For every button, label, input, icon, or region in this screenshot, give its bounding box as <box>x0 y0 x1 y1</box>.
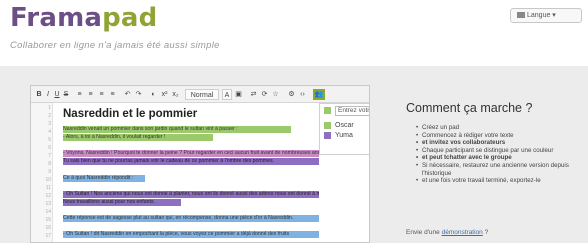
user-row-oscar: Oscar <box>324 121 354 130</box>
text-segment-oscar: Ce à quoi Nasreddin répondit : <box>63 175 145 182</box>
strikethrough-button[interactable]: S <box>62 89 70 100</box>
ordered-list-icon[interactable]: ≡ <box>75 89 84 100</box>
bold-button[interactable]: B <box>35 89 43 100</box>
language-label: Langue <box>527 12 551 19</box>
image-icon[interactable]: ▣ <box>234 89 243 100</box>
settings-icon[interactable]: ⚙ <box>287 89 296 100</box>
line-number: 2 <box>48 113 51 119</box>
user-name: Yuma <box>335 132 353 139</box>
demo-prompt-end: ? <box>482 229 489 236</box>
tagline: Collaborer en ligne n'a jamais été aussi… <box>10 40 220 51</box>
font-size-button[interactable]: A <box>222 89 232 100</box>
text-segment-oscar: - Oh Sultan ! dit Nasreddin en empochant… <box>63 231 319 238</box>
text-segment-yuma: Tu sais bien que tu ne pourras jamais vo… <box>63 158 319 165</box>
line-number: 15 <box>45 217 51 223</box>
history-icon[interactable]: ⟳ <box>260 89 269 100</box>
document-body[interactable]: Nasreddin et le pommier Nasreddin venait… <box>57 103 319 242</box>
line-number: 6 <box>48 145 51 151</box>
line-number: 11 <box>45 185 51 191</box>
line-number: 3 <box>48 121 51 127</box>
demo-link[interactable]: démonstration <box>442 229 483 236</box>
document-title: Nasreddin et le pommier <box>63 108 198 120</box>
line-number: 12 <box>45 193 51 199</box>
step-item: Créez un pad <box>416 124 586 132</box>
demo-prompt-text: Envie d'une <box>406 229 440 236</box>
step-item: Commencez à rédiger votre texte <box>416 132 586 140</box>
text-segment-oscar: - Alors, à toi à Nasreddin, il voulait r… <box>63 134 213 141</box>
name-input[interactable]: Entrez votre nom <box>335 106 369 116</box>
step-item: Si nécessaire, restaurez une ancienne ve… <box>416 162 586 177</box>
logo-part-pad: pad <box>102 3 158 33</box>
line-number: 17 <box>45 233 51 239</box>
italic-button[interactable]: I <box>44 89 52 100</box>
editor-toolbar: B I U S ≡ ≡ ≡ ≡ ↶ ↷ ◐ x² x₂ Normal A ▣ ⇄… <box>31 86 369 103</box>
embed-icon[interactable]: ‹› <box>298 89 307 100</box>
underline-button[interactable]: U <box>53 89 61 100</box>
line-number: 14 <box>45 209 51 215</box>
text-segment-oscar: Cette réponse est de sagesse plut au sul… <box>63 215 319 222</box>
demo-prompt: Envie d'une démonstration ? <box>406 229 488 236</box>
subscript-icon[interactable]: x₂ <box>171 89 180 100</box>
line-number-gutter: 1 2 3 4 5 6 7 8 9 10 11 12 13 14 15 16 1… <box>31 103 53 242</box>
logo-part-frama: Frama <box>10 3 103 33</box>
style-select[interactable]: Normal <box>185 89 219 100</box>
line-number: 16 <box>45 225 51 231</box>
framapad-logo[interactable]: Framapad <box>10 3 157 33</box>
user-color-swatch <box>324 131 331 139</box>
user-name: Oscar <box>335 122 354 129</box>
text-segment-yuma: - Voyons, Nasreddin ! Pourquoi te donner… <box>63 150 319 157</box>
color-icon[interactable]: ◐ <box>149 89 158 100</box>
line-number: 10 <box>45 177 51 183</box>
pad-editor-preview[interactable]: B I U S ≡ ≡ ≡ ≡ ↶ ↷ ◐ x² x₂ Normal A ▣ ⇄… <box>30 85 370 243</box>
superscript-icon[interactable]: x² <box>160 89 169 100</box>
user-row-yuma: Yuma <box>324 131 353 140</box>
unordered-list-icon[interactable]: ≡ <box>86 89 95 100</box>
star-icon[interactable]: ☆ <box>271 89 280 100</box>
undo-icon[interactable]: ↶ <box>123 89 132 100</box>
line-number: 13 <box>45 201 51 207</box>
outdent-icon[interactable]: ≡ <box>108 89 117 100</box>
text-segment-yuma: Nous travaillons aussi pour nos enfants. <box>63 199 181 206</box>
flag-icon <box>517 12 525 19</box>
users-panel: Entrez votre nom Oscar Yuma <box>319 103 369 155</box>
line-number: 7 <box>48 153 51 159</box>
import-export-icon[interactable]: ⇄ <box>249 89 258 100</box>
how-it-works-list: Créez un pad Commencez à rédiger votre t… <box>416 124 586 185</box>
redo-icon[interactable]: ↷ <box>134 89 143 100</box>
own-color-swatch[interactable] <box>324 107 331 114</box>
user-color-swatch <box>324 121 331 129</box>
how-it-works-title: Comment ça marche ? <box>406 101 533 115</box>
indent-icon[interactable]: ≡ <box>97 89 106 100</box>
text-segment-yuma: - Oh Sultan ! Nos anciens qui nous ont d… <box>63 191 319 198</box>
line-number: 5 <box>48 137 51 143</box>
users-icon[interactable]: 👥 <box>313 89 325 100</box>
step-item: et une fois votre travail terminé, expor… <box>416 177 586 185</box>
line-number: 8 <box>48 161 51 167</box>
line-number: 9 <box>48 169 51 175</box>
line-number: 4 <box>48 129 51 135</box>
line-number: 1 <box>48 105 51 111</box>
text-segment-oscar: Nasreddin venait un pommier dans son jar… <box>63 126 291 133</box>
step-item: et peut tchatter avec le groupe <box>416 154 586 162</box>
step-item: Chaque participant se distingue par une … <box>416 147 586 155</box>
language-button[interactable]: Langue ▾ <box>510 8 582 23</box>
step-item: et invitez vos collaborateurs <box>416 139 586 147</box>
